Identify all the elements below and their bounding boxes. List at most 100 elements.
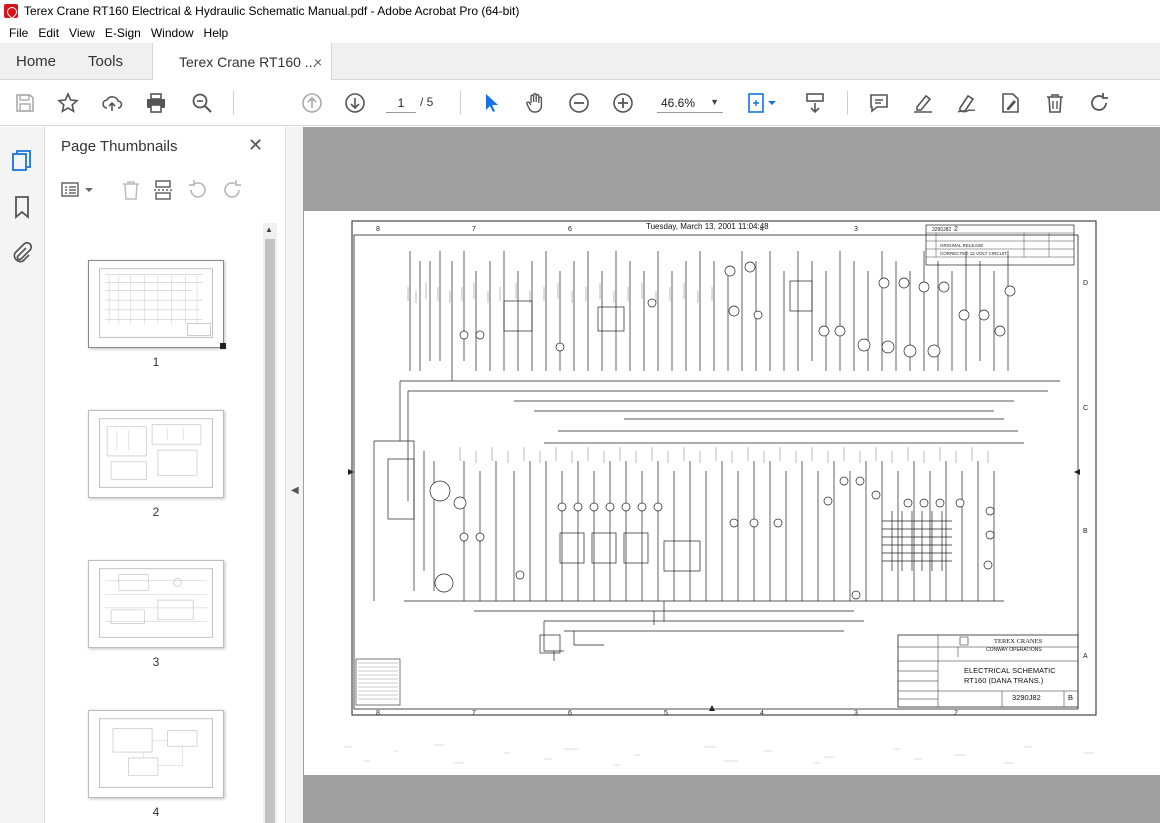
thumbnail-label: 4: [152, 805, 160, 819]
zoom-search-icon[interactable]: [190, 91, 214, 115]
page-number-input[interactable]: [386, 93, 416, 113]
zoom-level-value: 46.6%: [661, 95, 696, 110]
toolbar-separator: [460, 91, 461, 115]
column-marker: 2: [954, 710, 958, 717]
print-timestamp: Tuesday, March 13, 2001 11:04:48: [646, 222, 769, 231]
hand-icon[interactable]: [523, 91, 547, 115]
column-marker: 5: [664, 710, 668, 717]
page-thumbnail-3[interactable]: [88, 560, 224, 648]
page-total: / 5: [420, 95, 434, 109]
row-marker: B: [1083, 528, 1088, 535]
panel-collapse-handle[interactable]: ◀: [285, 127, 303, 823]
title-bar: Terex Crane RT160 Electrical & Hydraulic…: [0, 0, 1160, 22]
highlight-icon[interactable]: [911, 91, 935, 115]
column-marker: 4: [760, 710, 764, 717]
collapse-left-icon[interactable]: ◀: [291, 485, 299, 496]
page-thumbnail-2[interactable]: [88, 410, 224, 498]
zoom-out-icon[interactable]: [567, 91, 591, 115]
print-icon[interactable]: [144, 91, 168, 115]
menu-bar: File Edit View E-Sign Window Help: [0, 22, 1160, 43]
comment-icon[interactable]: [867, 91, 891, 115]
column-marker: 6: [568, 710, 572, 717]
page-up-icon[interactable]: [300, 91, 324, 115]
column-marker: 7: [472, 710, 476, 717]
column-marker: 3: [854, 226, 858, 233]
acrobat-app-icon: [4, 4, 18, 18]
row-marker: C: [1083, 405, 1088, 412]
toolbar-separator: [847, 91, 848, 115]
menu-esign[interactable]: E-Sign: [100, 26, 146, 40]
thumbnail-label: 3: [152, 655, 160, 669]
page-thumbnail-1[interactable]: [88, 260, 224, 348]
division-name: CONWAY OPERATIONS: [986, 647, 1042, 653]
drawing-number: 3290J82: [1012, 693, 1041, 702]
menu-file[interactable]: File: [4, 26, 33, 40]
scroll-mode-icon[interactable]: [803, 91, 827, 115]
panel-title: Page Thumbnails: [61, 138, 178, 155]
document-view[interactable]: Tuesday, March 13, 2001 11:04:48 8 7 6 4…: [303, 127, 1160, 823]
row-marker: D: [1083, 280, 1088, 287]
drawing-number-small: 3290J82: [932, 227, 951, 233]
menu-view[interactable]: View: [64, 26, 100, 40]
tab-document-label: Terex Crane RT160 ...: [179, 54, 317, 70]
page-thumbnail-4[interactable]: [88, 710, 224, 798]
thumbnail-label: 2: [152, 505, 160, 519]
tab-bar: Home Tools Terex Crane RT160 ... ×: [0, 43, 1160, 81]
pdf-page: Tuesday, March 13, 2001 11:04:48 8 7 6 4…: [304, 211, 1160, 775]
panel-close-button[interactable]: ✕: [248, 135, 263, 156]
sign-icon[interactable]: [955, 91, 979, 115]
revision-entry: ORIGINAL RELEASE: [940, 243, 983, 248]
drawing-title-line2: RT160 (DANA TRANS.): [964, 676, 1044, 685]
chevron-down-icon[interactable]: [84, 179, 94, 201]
thumbnails-scrollbar[interactable]: ▲: [263, 223, 277, 823]
page-thumbnails-icon[interactable]: [10, 149, 34, 173]
drawing-title-line1: ELECTRICAL SCHEMATIC: [964, 666, 1056, 675]
drawing-revision: B: [1068, 693, 1073, 702]
select-arrow-icon[interactable]: [479, 91, 503, 115]
company-name: TEREX CRANES: [994, 638, 1043, 645]
column-marker: 2: [954, 226, 958, 233]
thumbnail-options-icon[interactable]: [60, 179, 82, 201]
page-down-icon[interactable]: [343, 91, 367, 115]
rotate-clockwise-icon[interactable]: [221, 179, 243, 201]
zoom-in-icon[interactable]: [611, 91, 635, 115]
column-marker: 3: [854, 710, 858, 717]
thumbnail-selection-handle[interactable]: [220, 343, 226, 349]
chevron-down-icon: ▼: [710, 97, 719, 107]
column-marker: 7: [472, 226, 476, 233]
insert-pages-icon[interactable]: [153, 179, 175, 201]
attachment-icon[interactable]: [10, 241, 34, 265]
fill-sign-icon[interactable]: [999, 91, 1023, 115]
row-marker: A: [1083, 653, 1088, 660]
scrollbar-thumb[interactable]: [265, 239, 275, 823]
tab-close-button[interactable]: ×: [314, 54, 322, 70]
column-marker: 8: [376, 710, 380, 717]
menu-window[interactable]: Window: [146, 26, 199, 40]
zoom-level-select[interactable]: 46.6% ▼: [657, 93, 723, 113]
upload-icon[interactable]: [100, 91, 124, 115]
delete-pages-icon[interactable]: [120, 179, 142, 201]
scroll-up-icon[interactable]: ▲: [265, 225, 273, 234]
fit-page-dropdown-icon[interactable]: [766, 91, 778, 115]
delete-icon[interactable]: [1043, 91, 1067, 115]
window-title: Terex Crane RT160 Electrical & Hydraulic…: [24, 4, 520, 18]
star-icon[interactable]: [56, 91, 80, 115]
schematic-drawing: Tuesday, March 13, 2001 11:04:48 8 7 6 4…: [344, 220, 1097, 766]
column-marker: 8: [376, 226, 380, 233]
toolbar: [0, 80, 1160, 126]
menu-edit[interactable]: Edit: [33, 26, 64, 40]
save-icon[interactable]: [13, 91, 37, 115]
column-marker: 4: [760, 226, 764, 233]
toolbar-separator: [233, 91, 234, 115]
column-marker: 6: [568, 226, 572, 233]
rotate-icon[interactable]: [1087, 91, 1111, 115]
tab-home[interactable]: Home: [16, 43, 56, 80]
tab-document[interactable]: Terex Crane RT160 ... ×: [152, 43, 332, 81]
rotate-counterclockwise-icon[interactable]: [187, 179, 209, 201]
revision-entry: CORRECTED 12 VOLT CIRCUIT: [940, 251, 1007, 256]
thumbnail-label: 1: [152, 355, 160, 369]
page-thumbnails-panel: Page Thumbnails ✕ 1 2 3 4 ▲: [46, 127, 285, 823]
bookmark-icon[interactable]: [10, 195, 34, 219]
menu-help[interactable]: Help: [199, 26, 234, 40]
tab-tools[interactable]: Tools: [88, 43, 123, 80]
